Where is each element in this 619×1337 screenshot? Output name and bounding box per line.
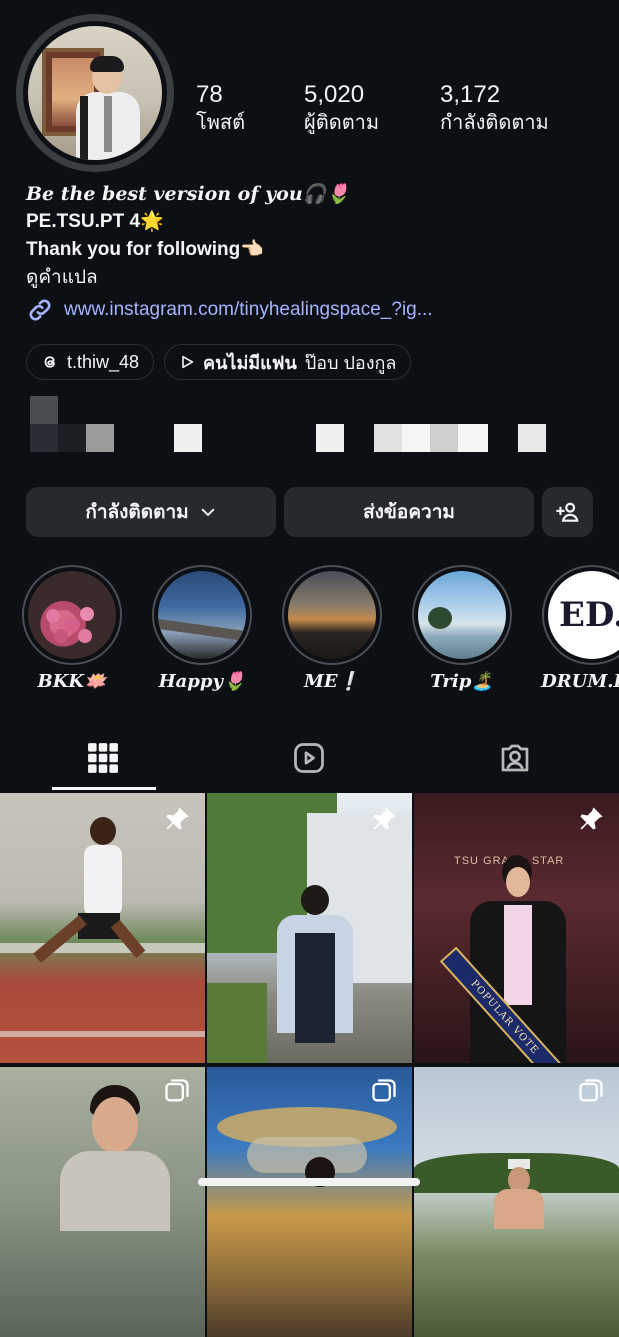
followers-label: ผู้ติดตาม [304, 112, 380, 134]
highlight-cover [158, 571, 246, 659]
highlight-label: Trip🏝️ [430, 671, 494, 692]
profile-bio: Be the best version of you🎧🌷 PE.TSU.PT 4… [26, 180, 606, 324]
tab-posts[interactable] [0, 725, 206, 791]
threads-handle: t.thiw_48 [67, 351, 140, 372]
link-icon [29, 299, 51, 321]
highlight-label: DRUM.ED [541, 671, 619, 692]
highlight-label: BKK🪷 [37, 671, 107, 692]
highlight-item[interactable]: BKK🪷 [20, 565, 124, 692]
post-thumbnail[interactable] [207, 793, 412, 1063]
stat-followers[interactable]: 5,020 ผู้ติดตาม [304, 80, 379, 136]
pixelated-redaction [26, 396, 586, 454]
bio-line-3: Thank you for following👈🏻 [26, 239, 264, 260]
active-tab-indicator [52, 787, 156, 790]
post-thumbnail[interactable] [414, 1067, 619, 1337]
highlight-item[interactable]: Happy🌷 [150, 565, 254, 692]
bio-link[interactable]: www.instagram.com/tinyhealingspace_?ig..… [26, 296, 606, 324]
message-button[interactable]: ส่งข้อความ [284, 487, 534, 537]
posts-label: โพสต์ [196, 112, 246, 134]
pin-icon [373, 807, 396, 830]
pin-icon [580, 807, 603, 830]
following-button-label: กำลังติดตาม [85, 502, 189, 523]
translate-link[interactable]: ดูคำแปล [26, 264, 606, 292]
highlight-cover [418, 571, 506, 659]
avatar-image [23, 21, 167, 165]
threads-icon [44, 356, 55, 368]
highlight-item[interactable]: ED. DRUM.ED [540, 565, 619, 692]
grid-icon [88, 743, 118, 773]
reels-icon [294, 743, 324, 773]
drum-ed-logo: ED. [558, 595, 619, 635]
highlight-label: ME❕ [303, 671, 361, 692]
highlight-label: Happy🌷 [158, 671, 246, 692]
highlight-item[interactable]: ME❕ [280, 565, 384, 692]
profile-actions: กำลังติดตาม ส่งข้อความ [26, 487, 593, 537]
following-label: กำลังติดตาม [440, 112, 549, 134]
post-thumbnail[interactable] [0, 793, 205, 1063]
following-count: 3,172 [440, 81, 501, 108]
add-person-icon [555, 502, 579, 522]
posts-grid: TSU GRAND STAR POPULAR VOTE [0, 793, 619, 1337]
tagged-icon [501, 744, 529, 772]
profile-chips: t.thiw_48 คนไม่มีแฟน ป๊อบ ปองกูล [26, 344, 412, 380]
add-person-button[interactable] [542, 487, 593, 537]
post-thumbnail[interactable] [0, 1067, 205, 1337]
home-indicator[interactable] [198, 1178, 420, 1186]
tab-tagged[interactable] [412, 725, 618, 791]
threads-chip[interactable]: t.thiw_48 [26, 344, 155, 380]
music-artist: ป๊อบ ปองกูล [304, 352, 397, 373]
pin-icon [166, 807, 189, 830]
profile-stats: 78 โพสต์ 5,020 ผู้ติดตาม 3,172 กำลังติดต… [196, 80, 606, 140]
posts-count: 78 [196, 81, 223, 108]
highlight-cover: ED. [548, 571, 619, 659]
bio-quote: Be the best version of you🎧🌷 [26, 183, 350, 205]
stat-posts[interactable]: 78 โพสต์ [196, 80, 245, 136]
multiple-icon [579, 1079, 603, 1102]
post-thumbnail[interactable]: TSU GRAND STAR POPULAR VOTE [414, 793, 619, 1063]
highlight-item[interactable]: Trip🏝️ [410, 565, 514, 692]
music-title: คนไม่มีแฟน [203, 352, 297, 373]
music-chip[interactable]: คนไม่มีแฟน ป๊อบ ปองกูล [164, 344, 412, 380]
multiple-icon [165, 1079, 189, 1102]
message-button-label: ส่งข้อความ [363, 502, 455, 523]
following-button[interactable]: กำลังติดตาม [26, 487, 276, 537]
post-thumbnail[interactable] [207, 1067, 412, 1337]
stat-following[interactable]: 3,172 กำลังติดตาม [440, 80, 549, 136]
profile-avatar[interactable] [16, 14, 174, 172]
play-icon [182, 355, 194, 369]
chevron-down-icon [201, 508, 214, 516]
bio-line-2: PE.TSU.PT 4🌟 [26, 211, 164, 232]
multiple-icon [372, 1079, 396, 1102]
highlight-cover [288, 571, 376, 659]
highlight-cover [28, 571, 116, 659]
tab-reels[interactable] [206, 725, 412, 791]
followers-count: 5,020 [304, 81, 365, 108]
profile-tabs [0, 725, 619, 791]
bio-link-text: www.instagram.com/tinyhealingspace_?ig..… [64, 299, 433, 320]
story-highlights: BKK🪷 Happy🌷 ME❕ Trip🏝️ ED. DRUM.ED [20, 565, 619, 705]
